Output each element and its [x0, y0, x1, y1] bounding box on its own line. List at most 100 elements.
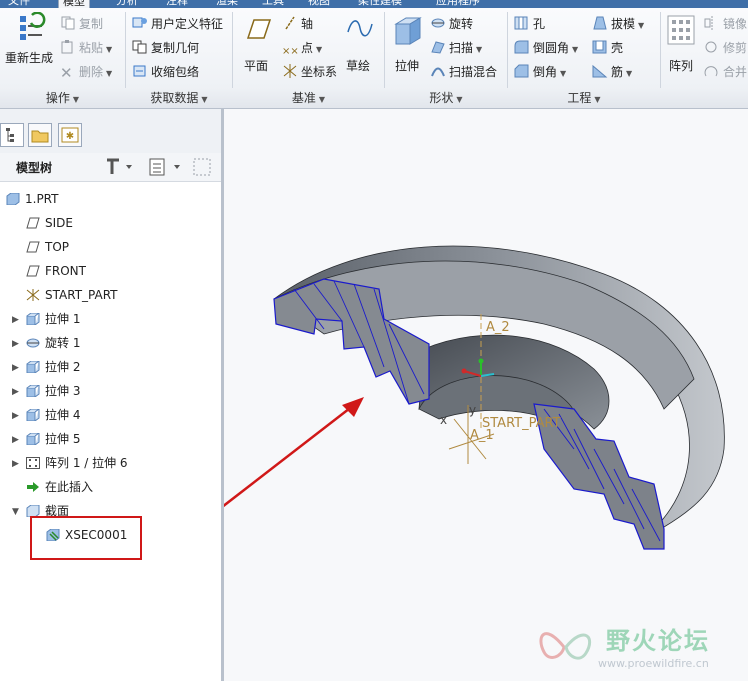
pattern-button[interactable]: 阵列	[664, 14, 698, 74]
trim-button[interactable]: 修剪	[704, 38, 747, 58]
sweep-dropdown-icon[interactable]: ▼	[476, 45, 482, 54]
round-button[interactable]: 倒圆角 ▼	[514, 38, 578, 58]
tree-item-extrude-5[interactable]: 拉伸 5	[26, 429, 80, 449]
datum-plane-icon	[26, 263, 40, 277]
tab-file[interactable]: 文件	[4, 0, 34, 8]
plane-button[interactable]: 平面	[238, 14, 274, 74]
merge-button[interactable]: 合并	[704, 62, 747, 82]
tree-item-extrude-4[interactable]: 拉伸 4	[26, 405, 80, 425]
tab-applications[interactable]: 应用程序	[432, 0, 484, 8]
butterfly-logo-icon	[539, 632, 592, 660]
expand-arrow-icon[interactable]: ▶	[12, 315, 19, 325]
shrinkwrap-label: 收缩包络	[151, 65, 200, 79]
swept-blend-button[interactable]: 扫描混合	[430, 62, 497, 82]
tree-settings-button[interactable]	[104, 157, 134, 180]
sweep-label: 扫描	[449, 41, 474, 55]
csys-button[interactable]: 坐标系	[282, 62, 337, 82]
tab-tools[interactable]: 工具	[258, 0, 288, 8]
shapes-group-label[interactable]: 形状 ▼	[385, 88, 507, 108]
tab-view[interactable]: 视图	[304, 0, 334, 8]
tree-item-front-plane[interactable]: FRONT	[26, 261, 86, 281]
mirror-label: 镜像	[723, 17, 748, 31]
sweep-button[interactable]: 扫描 ▼	[430, 38, 482, 58]
collapse-arrow-icon[interactable]: ▼	[12, 507, 19, 517]
engineering-group-label[interactable]: 工程 ▼	[508, 88, 660, 108]
get-data-group-label[interactable]: 获取数据 ▼	[126, 88, 232, 108]
tab-render[interactable]: 渲染	[212, 0, 242, 8]
udf-button[interactable]: 用户定义特征	[132, 14, 223, 34]
regenerate-button[interactable]: 重新生成	[2, 11, 56, 66]
datum-plane-icon	[26, 215, 40, 229]
sketch-button[interactable]: 草绘	[340, 14, 376, 74]
regenerate-icon	[20, 11, 46, 40]
expand-arrow-icon[interactable]: ▶	[12, 459, 19, 469]
regenerate-label: 重新生成	[4, 51, 53, 65]
delete-label: 删除	[79, 65, 104, 79]
copy-button[interactable]: 复制	[60, 14, 103, 34]
graphics-window[interactable]: A_2 x y START_PART A_1 野火论坛 www.proewild…	[224, 109, 748, 681]
tree-item-revolve-1[interactable]: 旋转 1	[26, 333, 80, 353]
favorites-tab[interactable]: ✱	[58, 123, 82, 147]
expand-arrow-icon[interactable]: ▶	[12, 411, 19, 421]
tree-item-insert-here[interactable]: 在此插入	[26, 477, 93, 497]
hole-button[interactable]: 孔	[514, 14, 545, 34]
draft-icon	[592, 16, 608, 30]
insert-arrow-icon	[26, 479, 40, 492]
expand-arrow-icon[interactable]: ▶	[12, 363, 19, 373]
copy-geometry-button[interactable]: 复制几何	[132, 38, 199, 58]
tab-model[interactable]: 模型	[58, 0, 90, 8]
udf-label: 用户定义特征	[151, 17, 224, 31]
axis-button[interactable]: 轴	[282, 14, 313, 34]
tree-item-extrude-2[interactable]: 拉伸 2	[26, 357, 80, 377]
tree-item-part[interactable]: 1.PRT	[6, 189, 58, 209]
paste-button[interactable]: 粘贴 ▼	[60, 38, 112, 58]
folder-browser-tab[interactable]	[28, 123, 52, 147]
tab-flexible-modeling[interactable]: 柔性建模	[354, 0, 406, 8]
operations-group-label[interactable]: 操作 ▼	[0, 88, 125, 108]
delete-button[interactable]: ✕ 删除 ▼	[60, 62, 112, 82]
chamfer-dropdown-icon[interactable]: ▼	[560, 69, 566, 78]
draft-dropdown-icon[interactable]: ▼	[638, 21, 644, 30]
mirror-button[interactable]: 镜像	[704, 14, 747, 34]
shrinkwrap-button[interactable]: 收缩包络	[132, 62, 199, 82]
tree-item-label: FRONT	[45, 264, 86, 278]
tab-annotate[interactable]: 注释	[162, 0, 192, 8]
point-dropdown-icon[interactable]: ▼	[316, 45, 322, 54]
tree-item-extrude-1[interactable]: 拉伸 1	[26, 309, 80, 329]
chamfer-icon	[514, 64, 530, 78]
expand-arrow-icon[interactable]: ▶	[12, 339, 19, 349]
rib-dropdown-icon[interactable]: ▼	[626, 69, 632, 78]
paste-dropdown-icon[interactable]: ▼	[106, 45, 112, 54]
expand-arrow-icon[interactable]: ▶	[12, 435, 19, 445]
point-button[interactable]: ×× 点 ▼	[282, 38, 322, 58]
chamfer-button[interactable]: 倒角 ▼	[514, 62, 566, 82]
tree-filter-button[interactable]	[148, 157, 184, 180]
expand-arrow-icon[interactable]: ▶	[12, 387, 19, 397]
extrude-icon	[26, 431, 41, 446]
tree-item-start-part-csys[interactable]: START_PART	[26, 285, 118, 305]
half-section-part[interactable]	[273, 245, 725, 550]
tab-analysis[interactable]: 分析	[112, 0, 142, 8]
navigator-panel: ✱ 模型树 1.PRT SIDE TOP FRONT START_PART ▶ …	[0, 109, 224, 681]
revolve-button[interactable]: 旋转	[430, 14, 473, 34]
tree-columns-button[interactable]	[192, 157, 216, 180]
tree-item-side-plane[interactable]: SIDE	[26, 213, 73, 233]
model-tree-tab[interactable]	[0, 123, 24, 147]
ribbon-tab-strip: 文件 模型 分析 注释 渲染 工具 视图 柔性建模 应用程序	[0, 0, 748, 8]
extrude-icon	[26, 407, 41, 422]
round-dropdown-icon[interactable]: ▼	[572, 45, 578, 54]
axis-label-a2: A_2	[486, 320, 510, 335]
highlight-box	[30, 516, 142, 560]
rib-button[interactable]: 筋 ▼	[592, 62, 632, 82]
tree-item-pattern-1[interactable]: 阵列 1 / 拉伸 6	[26, 453, 128, 473]
csys-y-label: y	[469, 403, 476, 417]
copy-icon	[60, 16, 76, 30]
draft-button[interactable]: 拔模 ▼	[592, 14, 644, 34]
datum-group-label[interactable]: 基准 ▼	[233, 88, 384, 108]
delete-dropdown-icon[interactable]: ▼	[106, 69, 112, 78]
shell-button[interactable]: 壳	[592, 38, 623, 58]
udf-icon	[132, 16, 148, 30]
tree-item-extrude-3[interactable]: 拉伸 3	[26, 381, 80, 401]
tree-item-top-plane[interactable]: TOP	[26, 237, 69, 257]
extrude-button[interactable]: 拉伸	[388, 14, 426, 74]
